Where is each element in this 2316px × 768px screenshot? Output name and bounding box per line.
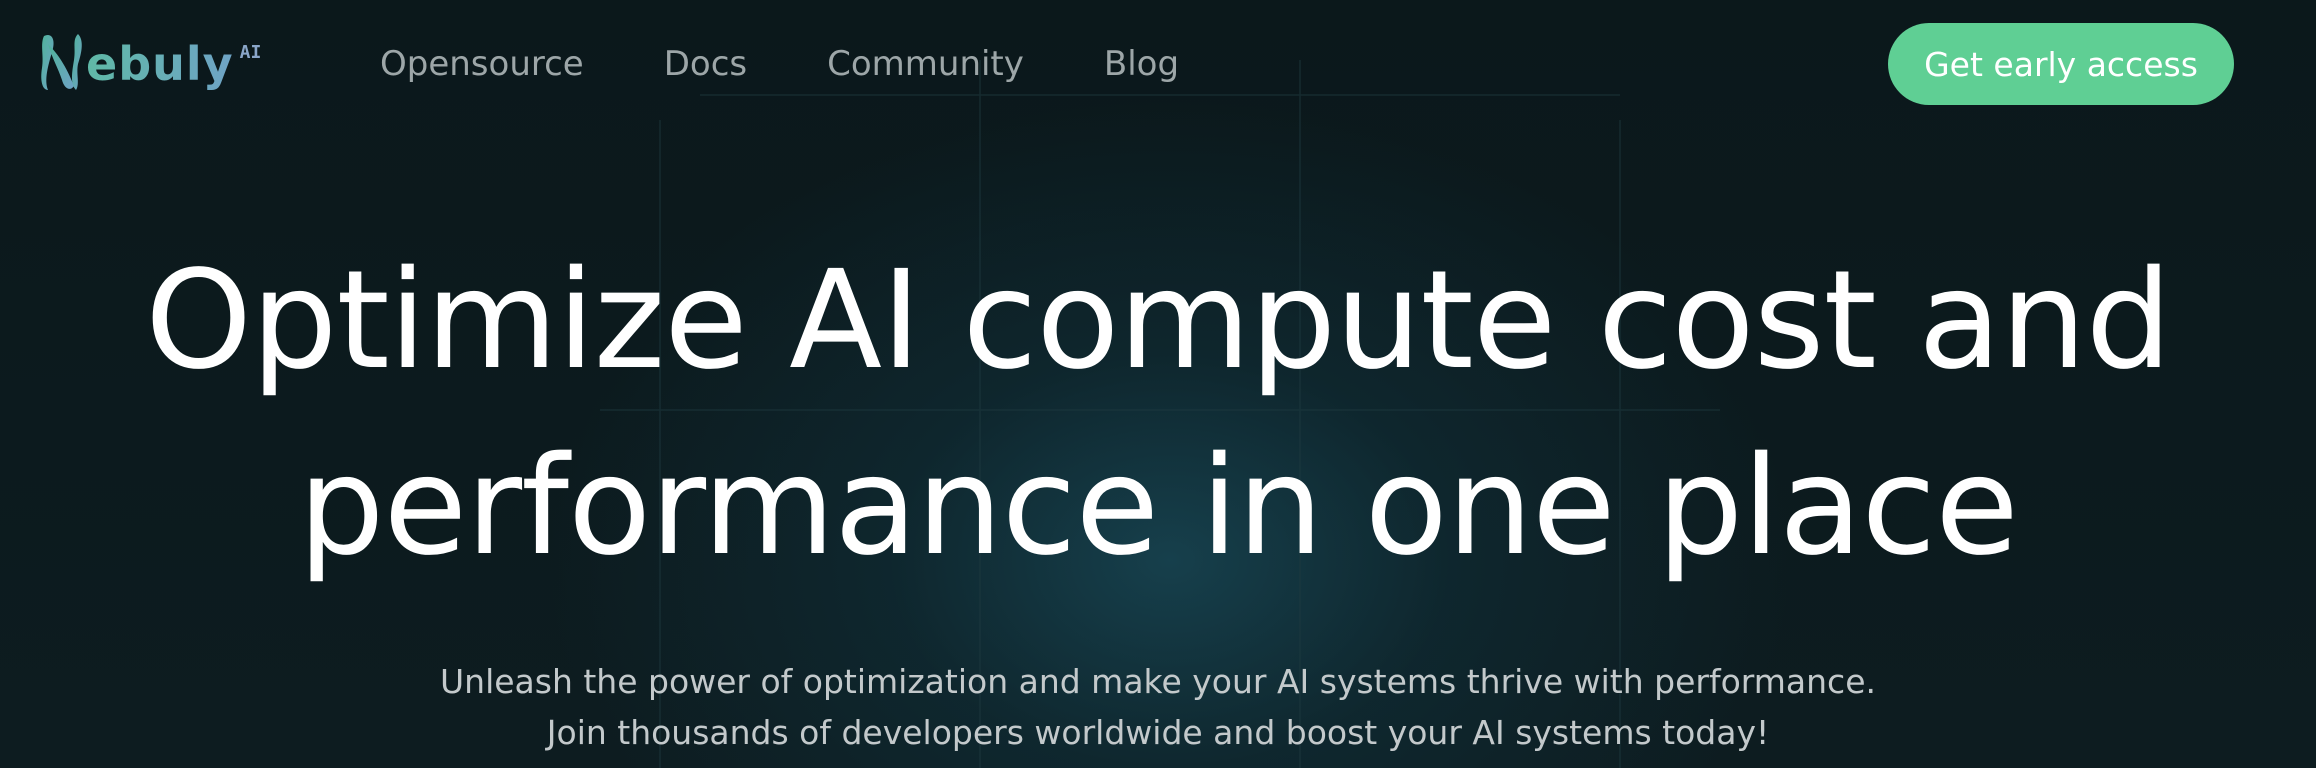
- hero-subtitle-line-2: Join thousands of developers worldwide a…: [546, 713, 1770, 752]
- nav-link-opensource[interactable]: Opensource: [380, 44, 584, 84]
- nav-link-community[interactable]: Community: [827, 44, 1024, 84]
- hero-subtitle: Unleash the power of optimization and ma…: [0, 656, 2316, 758]
- nav-link-blog[interactable]: Blog: [1104, 44, 1179, 84]
- main-nav: Opensource Docs Community Blog: [380, 38, 1179, 90]
- brand-logo[interactable]: ebuly AI: [38, 30, 261, 94]
- brand-name: ebuly: [86, 37, 234, 91]
- hero-title: Optimize AI compute cost and performance…: [0, 228, 2316, 600]
- get-early-access-button[interactable]: Get early access: [1888, 23, 2234, 105]
- hero-subtitle-line-1: Unleash the power of optimization and ma…: [440, 662, 1876, 701]
- landing-page: ebuly AI Opensource Docs Community Blog …: [0, 0, 2316, 768]
- brand-suffix: AI: [239, 42, 262, 63]
- nebuly-n-logo-icon: [41, 34, 82, 90]
- nav-link-docs[interactable]: Docs: [664, 44, 747, 84]
- hero-title-line-2: performance in one place: [298, 428, 2019, 586]
- hero-title-line-1: Optimize AI compute cost and: [145, 242, 2172, 400]
